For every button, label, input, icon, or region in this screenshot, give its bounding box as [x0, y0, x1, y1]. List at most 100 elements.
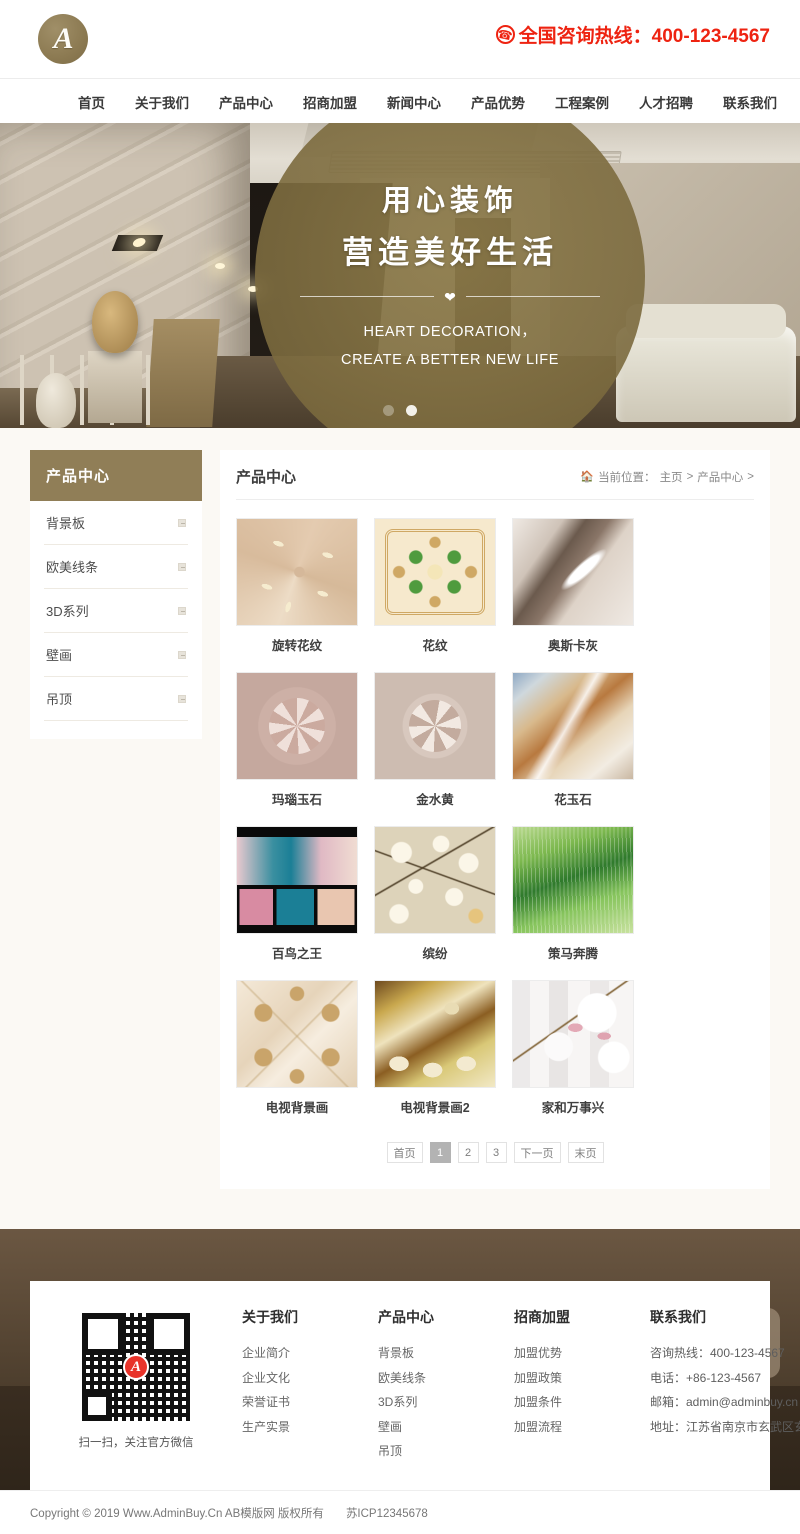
product-name: 家和万事兴 [541, 1101, 605, 1115]
nav-item-8[interactable]: 人才招聘 [639, 92, 693, 112]
footer-link[interactable]: 欧美线条 [378, 1366, 488, 1391]
footer-link[interactable]: 壁画 [378, 1415, 488, 1440]
product-name: 花玉石 [554, 793, 592, 807]
content-panel: 产品中心 🏠 当前位置： 主页 > 产品中心 > 旋转花纹 花纹 奥斯卡灰 玛瑙玉石 金… [220, 450, 770, 1189]
hotline: 全国咨询热线：400-123-4567 [495, 21, 770, 48]
product-thumbnail [236, 518, 358, 626]
product-card[interactable]: 花纹 [374, 518, 496, 654]
footer-col-about: 关于我们 企业简介 企业文化 荣誉证书 生产实景 [242, 1307, 352, 1464]
qr-caption: 扫一扫，关注官方微信 [78, 1437, 194, 1449]
page-title: 产品中心 [236, 469, 297, 486]
footer-link[interactable]: 企业文化 [242, 1366, 352, 1391]
product-card[interactable]: 花玉石 [512, 672, 634, 808]
product-card[interactable]: 百鸟之王 [236, 826, 358, 962]
product-grid: 旋转花纹 花纹 奥斯卡灰玛瑙玉石 金水黄 花玉石百鸟之王 缤纷 策马奔腾电视背景画 电视背景画… [236, 500, 754, 1116]
footer-card: A 扫一扫，关注官方微信 关于我们 企业简介 企业文化 荣誉证书 生产实景 产品中心 … [30, 1281, 800, 1490]
heart-icon: ❤ [444, 288, 456, 305]
breadcrumb-home-link[interactable]: 主页 [660, 469, 683, 485]
footer-col-join-title: 招商加盟 [514, 1309, 570, 1325]
product-thumbnail [236, 826, 358, 934]
product-thumbnail [374, 672, 496, 780]
product-name: 奥斯卡灰 [547, 639, 598, 653]
qr-logo-letter: A [130, 1358, 141, 1375]
footer-link[interactable]: 加盟条件 [514, 1390, 624, 1415]
breadcrumb-separator-1: > [686, 470, 694, 483]
sidebar-item-3[interactable]: 3D系列 [44, 589, 188, 633]
product-card[interactable]: 旋转花纹 [236, 518, 358, 654]
icp-link[interactable]: 苏ICP12345678 [346, 1505, 428, 1521]
sidebar-item-2[interactable]: 欧美线条 [44, 545, 188, 589]
page-root: A 全国咨询热线：400-123-4567 首页关于我们产品中心招商加盟新闻中心… [0, 0, 800, 1534]
page-button-3[interactable]: 3 [485, 1142, 507, 1163]
footer-link[interactable]: 企业简介 [242, 1341, 352, 1366]
product-card[interactable]: 金水黄 [374, 672, 496, 808]
site-logo[interactable]: A [38, 14, 88, 64]
nav-item-3[interactable]: 产品中心 [219, 92, 273, 112]
sidebar-item-label: 背景板 [46, 516, 86, 531]
product-name: 电视背景画 [265, 1101, 329, 1115]
footer-link[interactable]: 吊顶 [378, 1439, 488, 1464]
expand-icon [178, 694, 186, 703]
page-button-末页[interactable]: 末页 [567, 1142, 604, 1163]
nav-item-6[interactable]: 产品优势 [471, 92, 525, 112]
nav-item-2[interactable]: 关于我们 [135, 92, 189, 112]
product-name: 旋转花纹 [271, 639, 322, 653]
page-button-1[interactable]: 1 [429, 1142, 451, 1163]
expand-icon [178, 518, 186, 527]
footer-link[interactable]: 加盟优势 [514, 1341, 624, 1366]
nav-item-9[interactable]: 联系我们 [723, 92, 777, 112]
footer-col-about-title: 关于我们 [242, 1309, 298, 1325]
sidebar-item-5[interactable]: 吊顶 [44, 677, 188, 721]
footer-info-line: 邮箱：admin@adminbuy.cn [650, 1395, 799, 1410]
page-button-首页[interactable]: 首页 [386, 1142, 423, 1163]
footer-col-products: 产品中心 背景板 欧美线条 3D系列 壁画 吊顶 [378, 1307, 488, 1464]
footer-col-contact-title: 联系我们 [650, 1309, 706, 1325]
product-thumbnail [374, 518, 496, 626]
main-nav: 首页 关于我们 产品中心 招商加盟 新闻中心 产品优势 工程案例 人才招聘 联系我们 [0, 78, 800, 123]
page-button-下一页[interactable]: 下一页 [513, 1142, 561, 1163]
hotline-label: 全国咨询热线：400-123-4567 [518, 26, 770, 47]
carousel-dots [0, 405, 800, 416]
product-card[interactable]: 电视背景画 [236, 980, 358, 1116]
product-name: 花纹 [422, 639, 448, 653]
breadcrumb-prefix: 当前位置： [598, 471, 656, 484]
product-thumbnail [374, 826, 496, 934]
footer-link[interactable]: 加盟政策 [514, 1366, 624, 1391]
product-thumbnail [512, 826, 634, 934]
carousel-dot-1[interactable] [383, 405, 394, 416]
product-thumbnail [374, 980, 496, 1088]
carousel-dot-2[interactable] [406, 405, 417, 416]
product-name: 金水黄 [416, 793, 454, 807]
product-card[interactable]: 策马奔腾 [512, 826, 634, 962]
product-thumbnail [236, 980, 358, 1088]
footer-link[interactable]: 荣誉证书 [242, 1390, 352, 1415]
hero-divider: ❤ [300, 288, 601, 305]
sidebar-item-1[interactable]: 背景板 [44, 501, 188, 545]
nav-item-7[interactable]: 工程案例 [555, 92, 609, 112]
nav-item-5[interactable]: 新闻中心 [387, 92, 441, 112]
nav-item-1[interactable]: 首页 [78, 92, 105, 112]
footer-link[interactable]: 生产实景 [242, 1415, 352, 1440]
product-card[interactable]: 缤纷 [374, 826, 496, 962]
footer-link[interactable]: 背景板 [378, 1341, 488, 1366]
qr-block: A 扫一扫，关注官方微信 [56, 1307, 216, 1464]
product-thumbnail [512, 672, 634, 780]
breadcrumb-separator-2: > [747, 470, 754, 483]
page-button-2[interactable]: 2 [457, 1142, 479, 1163]
footer-col-products-title: 产品中心 [378, 1309, 434, 1325]
sidebar-item-label: 欧美线条 [46, 560, 99, 575]
footer-link[interactable]: 3D系列 [378, 1390, 488, 1415]
expand-icon [178, 562, 186, 571]
hero-headline-1: 用心装饰 [381, 184, 518, 217]
nav-item-4[interactable]: 招商加盟 [303, 92, 357, 112]
sidebar-item-label: 吊顶 [46, 692, 73, 707]
footer-link[interactable]: 加盟流程 [514, 1415, 624, 1440]
product-card[interactable]: 电视背景画2 [374, 980, 496, 1116]
footer-col-join: 招商加盟 加盟优势 加盟政策 加盟条件 加盟流程 [514, 1307, 624, 1464]
sidebar-item-4[interactable]: 壁画 [44, 633, 188, 677]
breadcrumb-current-link[interactable]: 产品中心 [697, 469, 743, 485]
product-card[interactable]: 玛瑙玉石 [236, 672, 358, 808]
product-card[interactable]: 奥斯卡灰 [512, 518, 634, 654]
site-footer: A 扫一扫，关注官方微信 关于我们 企业简介 企业文化 荣誉证书 生产实景 产品中心 … [0, 1229, 800, 1490]
product-card[interactable]: 家和万事兴 [512, 980, 634, 1116]
